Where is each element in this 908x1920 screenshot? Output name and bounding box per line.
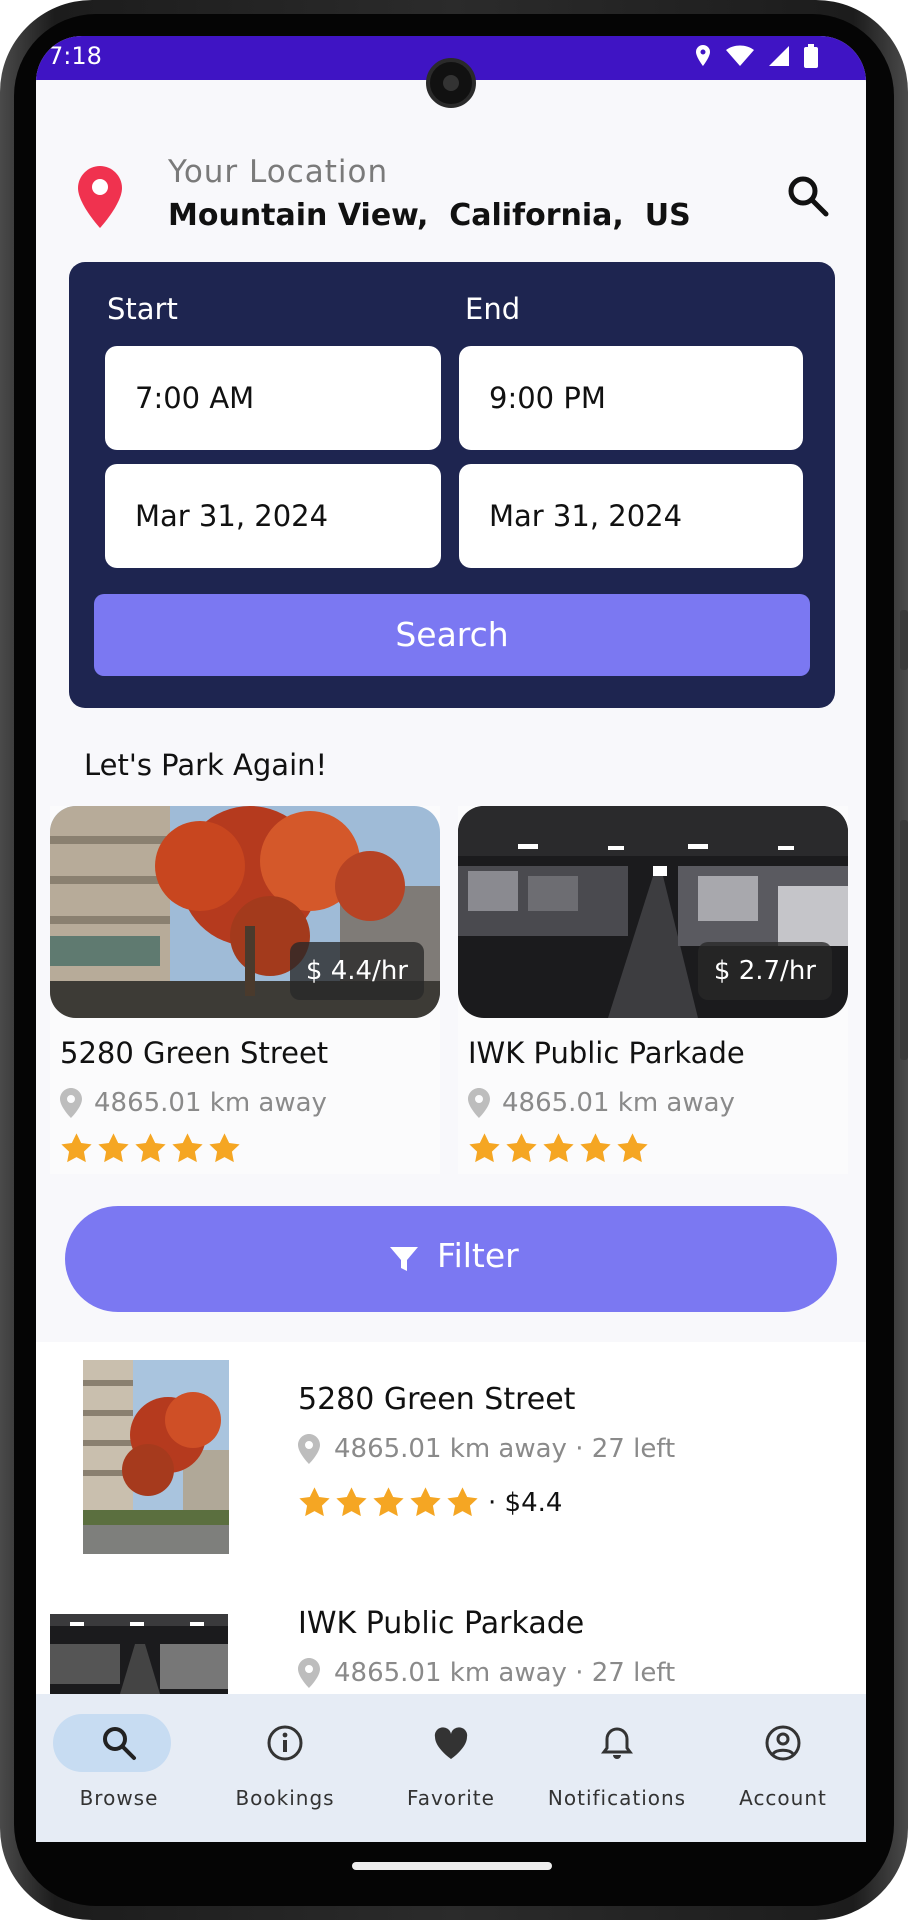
listing-thumbnail [50, 1614, 228, 1694]
search-icon [103, 1727, 136, 1760]
star-icon [61, 1133, 92, 1163]
filter-icon [390, 1247, 418, 1271]
star-icon [506, 1133, 537, 1163]
rating-stars [298, 1486, 479, 1519]
listing-price: · $4.4 [488, 1488, 563, 1518]
front-camera [426, 58, 476, 108]
end-label: End [465, 292, 521, 326]
search-button[interactable]: Search [94, 594, 810, 676]
card-distance: 4865.01 km away [94, 1088, 327, 1118]
location-label: Your Location [168, 154, 389, 190]
phone-volume-button [900, 820, 908, 1060]
filter-button[interactable]: Filter [65, 1206, 837, 1312]
card-distance: 4865.01 km away [502, 1088, 735, 1118]
heart-icon [434, 1727, 468, 1759]
card-title: IWK Public Parkade [468, 1036, 745, 1070]
price-tag: $ 4.4/hr [289, 942, 424, 1000]
home-indicator[interactable] [352, 1862, 552, 1870]
recent-section-title: Let's Park Again! [84, 748, 328, 782]
time-picker-card: Start End 7:00 AM 9:00 PM Mar 31, 2024 M… [69, 262, 835, 708]
bottom-navigation: Browse Bookings Favorite Notifications A… [36, 1694, 866, 1842]
nav-label: Browse [79, 1786, 159, 1810]
header-search-button[interactable] [786, 174, 830, 222]
nav-label: Favorite [407, 1786, 495, 1810]
rating-stars [60, 1132, 241, 1165]
listing-title: IWK Public Parkade [298, 1606, 585, 1641]
nav-browse[interactable]: Browse [36, 1694, 202, 1842]
nav-notifications[interactable]: Notifications [534, 1694, 700, 1842]
nav-label: Account [739, 1786, 827, 1810]
start-label: Start [107, 292, 178, 326]
listing-meta: 4865.01 km away · 27 left [334, 1434, 676, 1464]
location-pin-icon [78, 166, 122, 232]
star-icon [410, 1487, 441, 1517]
signal-icon [769, 46, 789, 66]
start-date-field[interactable]: Mar 31, 2024 [105, 464, 441, 568]
account-icon [765, 1725, 801, 1761]
list-item[interactable]: 5280 Green Street 4865.01 km away · 27 l… [36, 1342, 866, 1562]
wifi-icon [726, 45, 754, 66]
end-date-field[interactable]: Mar 31, 2024 [459, 464, 803, 568]
location-status-icon [696, 45, 710, 66]
bell-icon [601, 1727, 633, 1759]
star-icon [580, 1133, 611, 1163]
parking-photo-green-street: $ 4.4/hr [50, 806, 440, 1018]
star-icon [98, 1133, 129, 1163]
recent-card-iwk-parkade[interactable]: $ 2.7/hr IWK Public Parkade 4865.01 km a… [458, 806, 848, 1174]
status-time: 7:18 [48, 42, 102, 70]
location-value[interactable]: Mountain View, California, US [168, 198, 691, 233]
parking-photo-iwk-parkade: $ 2.7/hr [458, 806, 848, 1018]
nav-label: Notifications [547, 1786, 687, 1810]
star-icon [209, 1133, 240, 1163]
rating-stars [468, 1132, 649, 1165]
end-time-field[interactable]: 9:00 PM [459, 346, 803, 450]
star-icon [172, 1133, 203, 1163]
star-icon [299, 1487, 330, 1517]
nav-bookings[interactable]: Bookings [202, 1694, 368, 1842]
star-icon [469, 1133, 500, 1163]
search-icon [788, 176, 829, 217]
location-pin-icon [468, 1088, 490, 1122]
location-pin-icon [298, 1658, 320, 1692]
recent-card-green-street[interactable]: $ 4.4/hr 5280 Green Street 4865.01 km aw… [50, 806, 440, 1174]
battery-icon [804, 44, 818, 68]
price-tag: $ 2.7/hr [697, 942, 832, 1000]
star-icon [373, 1487, 404, 1517]
location-pin-icon [298, 1434, 320, 1468]
location-pin-icon [60, 1088, 82, 1122]
nav-label: Bookings [235, 1786, 335, 1810]
nav-favorite[interactable]: Favorite [368, 1694, 534, 1842]
nav-account[interactable]: Account [700, 1694, 866, 1842]
filter-label: Filter [437, 1236, 519, 1275]
star-icon [447, 1487, 478, 1517]
listing-thumbnail [83, 1360, 229, 1554]
star-icon [135, 1133, 166, 1163]
star-icon [336, 1487, 367, 1517]
star-icon [543, 1133, 574, 1163]
phone-side-button [900, 610, 908, 670]
start-time-field[interactable]: 7:00 AM [105, 346, 441, 450]
star-icon [617, 1133, 648, 1163]
listing-meta: 4865.01 km away · 27 left [334, 1658, 676, 1688]
listing-title: 5280 Green Street [298, 1382, 576, 1417]
status-icons [694, 44, 818, 68]
app-screen: 7:18 Your Location Mountain View, Califo… [36, 36, 866, 1842]
info-icon [267, 1725, 303, 1761]
phone-frame: 7:18 Your Location Mountain View, Califo… [0, 0, 908, 1920]
card-title: 5280 Green Street [60, 1036, 329, 1070]
